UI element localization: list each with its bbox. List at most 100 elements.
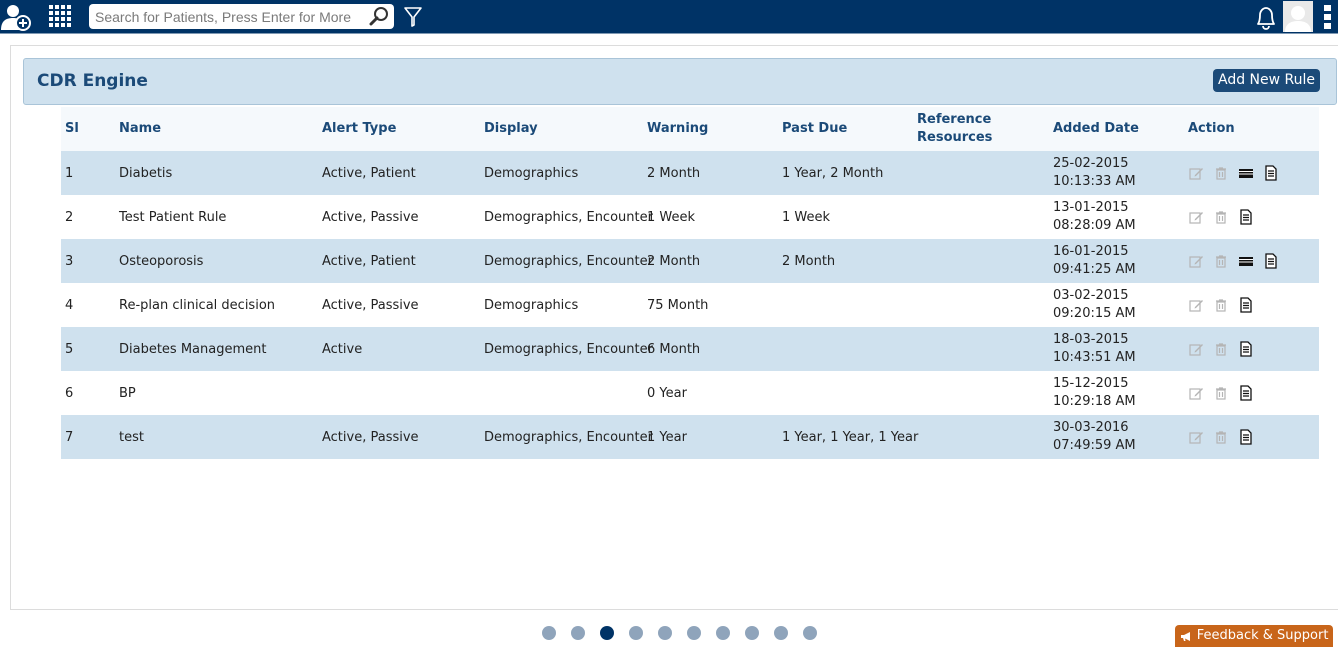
- delete-icon[interactable]: [1213, 385, 1229, 401]
- pagination-dot[interactable]: [745, 626, 759, 640]
- row-sl: 4: [65, 297, 74, 313]
- top-navigation-bar: [0, 0, 1338, 34]
- document-icon[interactable]: [1263, 253, 1279, 269]
- delete-icon[interactable]: [1213, 165, 1229, 181]
- row-alert-type: Active, Patient: [322, 165, 416, 181]
- pagination-dot[interactable]: [774, 626, 788, 640]
- document-icon[interactable]: [1238, 341, 1254, 357]
- column-header-past-due[interactable]: Past Due: [782, 107, 847, 151]
- pagination-dot[interactable]: [600, 626, 614, 640]
- row-name: test: [119, 429, 144, 445]
- cdr-rules-table: Sl Name Alert Type Display Warning Past …: [61, 107, 1319, 459]
- row-display: Demographics: [484, 297, 579, 313]
- document-icon[interactable]: [1238, 209, 1254, 225]
- row-display: Demographics, Encounter: [484, 341, 653, 357]
- edit-icon[interactable]: [1188, 429, 1204, 445]
- delete-icon[interactable]: [1213, 253, 1229, 269]
- column-header-alert-type[interactable]: Alert Type: [322, 107, 396, 151]
- row-sl: 7: [65, 429, 74, 445]
- document-icon[interactable]: [1238, 385, 1254, 401]
- apps-grid-icon[interactable]: [48, 4, 74, 28]
- row-actions: [1188, 151, 1288, 195]
- pagination-dot[interactable]: [803, 626, 817, 640]
- row-warning: 1 Year: [647, 429, 687, 445]
- user-avatar[interactable]: [1283, 1, 1313, 32]
- column-header-added-date[interactable]: Added Date: [1053, 107, 1139, 151]
- document-icon[interactable]: [1263, 165, 1279, 181]
- table-row[interactable]: 6 BP 0 Year 15-12-2015 10:29:18 AM: [61, 371, 1319, 415]
- search-icon[interactable]: [369, 6, 391, 27]
- row-alert-type: Active, Passive: [322, 429, 419, 445]
- table-row[interactable]: 3 Osteoporosis Active, Patient Demographics…: [61, 239, 1319, 283]
- column-header-display[interactable]: Display: [484, 107, 538, 151]
- delete-icon[interactable]: [1213, 297, 1229, 313]
- row-actions: [1188, 283, 1263, 327]
- row-alert-type: Active, Patient: [322, 253, 416, 269]
- row-actions: [1188, 371, 1263, 415]
- edit-icon[interactable]: [1188, 165, 1204, 181]
- add-patient-icon[interactable]: [0, 3, 32, 31]
- row-sl: 5: [65, 341, 74, 357]
- row-actions: [1188, 415, 1263, 459]
- row-past-due: 2 Month: [782, 253, 836, 269]
- pagination-dot[interactable]: [716, 626, 730, 640]
- row-name: BP: [119, 385, 136, 401]
- filter-icon[interactable]: [403, 6, 423, 28]
- table-row[interactable]: 4 Re-plan clinical decision Active, Passiv…: [61, 283, 1319, 327]
- edit-icon[interactable]: [1188, 385, 1204, 401]
- delete-icon[interactable]: [1213, 429, 1229, 445]
- reference-header-line2: Resources: [917, 130, 993, 145]
- edit-icon[interactable]: [1188, 341, 1204, 357]
- edit-icon[interactable]: [1188, 253, 1204, 269]
- document-icon[interactable]: [1238, 297, 1254, 313]
- row-alert-type: Active: [322, 341, 363, 357]
- row-sl: 1: [65, 165, 74, 181]
- row-added-date: 25-02-2015 10:13:33 AM: [1053, 156, 1136, 189]
- pagination-dot[interactable]: [542, 626, 556, 640]
- row-display: Demographics, Encounter: [484, 209, 653, 225]
- row-warning: 2 Month: [647, 165, 701, 181]
- row-alert-type: Active, Passive: [322, 297, 419, 313]
- row-past-due: 1 Year, 2 Month: [782, 165, 884, 181]
- row-added-date: 30-03-2016 07:49:59 AM: [1053, 420, 1136, 453]
- column-header-reference-resources[interactable]: Reference Resources: [917, 107, 992, 151]
- patient-search-box: [89, 4, 394, 29]
- row-name: Osteoporosis: [119, 253, 204, 269]
- table-row[interactable]: 1 Diabetis Active, Patient Demographics 2 Mo…: [61, 151, 1319, 195]
- kebab-menu-icon[interactable]: [1321, 3, 1335, 31]
- reference-resource-icon[interactable]: [1238, 253, 1254, 269]
- row-warning: 75 Month: [647, 297, 709, 313]
- pagination-dot[interactable]: [658, 626, 672, 640]
- row-alert-type: Active, Passive: [322, 209, 419, 225]
- row-actions: [1188, 195, 1263, 239]
- column-header-name[interactable]: Name: [119, 107, 161, 151]
- delete-icon[interactable]: [1213, 209, 1229, 225]
- pagination-dot[interactable]: [629, 626, 643, 640]
- patient-search-input[interactable]: [89, 4, 364, 29]
- delete-icon[interactable]: [1213, 341, 1229, 357]
- row-name: Diabetes Management: [119, 341, 267, 357]
- table-row[interactable]: 2 Test Patient Rule Active, Passive Demogra…: [61, 195, 1319, 239]
- row-past-due: 1 Week: [782, 209, 831, 225]
- column-header-sl[interactable]: Sl: [65, 107, 79, 151]
- document-icon[interactable]: [1238, 429, 1254, 445]
- add-new-rule-button[interactable]: Add New Rule: [1212, 69, 1320, 92]
- pagination-dot[interactable]: [571, 626, 585, 640]
- row-display: Demographics, Encounter: [484, 429, 653, 445]
- reference-resource-icon[interactable]: [1238, 165, 1254, 181]
- bell-icon[interactable]: [1254, 5, 1278, 31]
- table-row[interactable]: 5 Diabetes Management Active Demographics, …: [61, 327, 1319, 371]
- row-sl: 6: [65, 385, 74, 401]
- row-warning: 6 Month: [647, 341, 701, 357]
- row-sl: 2: [65, 209, 74, 225]
- table-row[interactable]: 7 test Active, Passive Demographics, Encoun…: [61, 415, 1319, 459]
- pagination-dot[interactable]: [687, 626, 701, 640]
- row-added-date: 16-01-2015 09:41:25 AM: [1053, 244, 1136, 277]
- row-actions: [1188, 327, 1263, 371]
- row-warning: 1 Week: [647, 209, 696, 225]
- panel-header: CDR Engine Add New Rule: [23, 58, 1337, 105]
- row-added-date: 15-12-2015 10:29:18 AM: [1053, 376, 1136, 409]
- column-header-warning[interactable]: Warning: [647, 107, 708, 151]
- edit-icon[interactable]: [1188, 297, 1204, 313]
- edit-icon[interactable]: [1188, 209, 1204, 225]
